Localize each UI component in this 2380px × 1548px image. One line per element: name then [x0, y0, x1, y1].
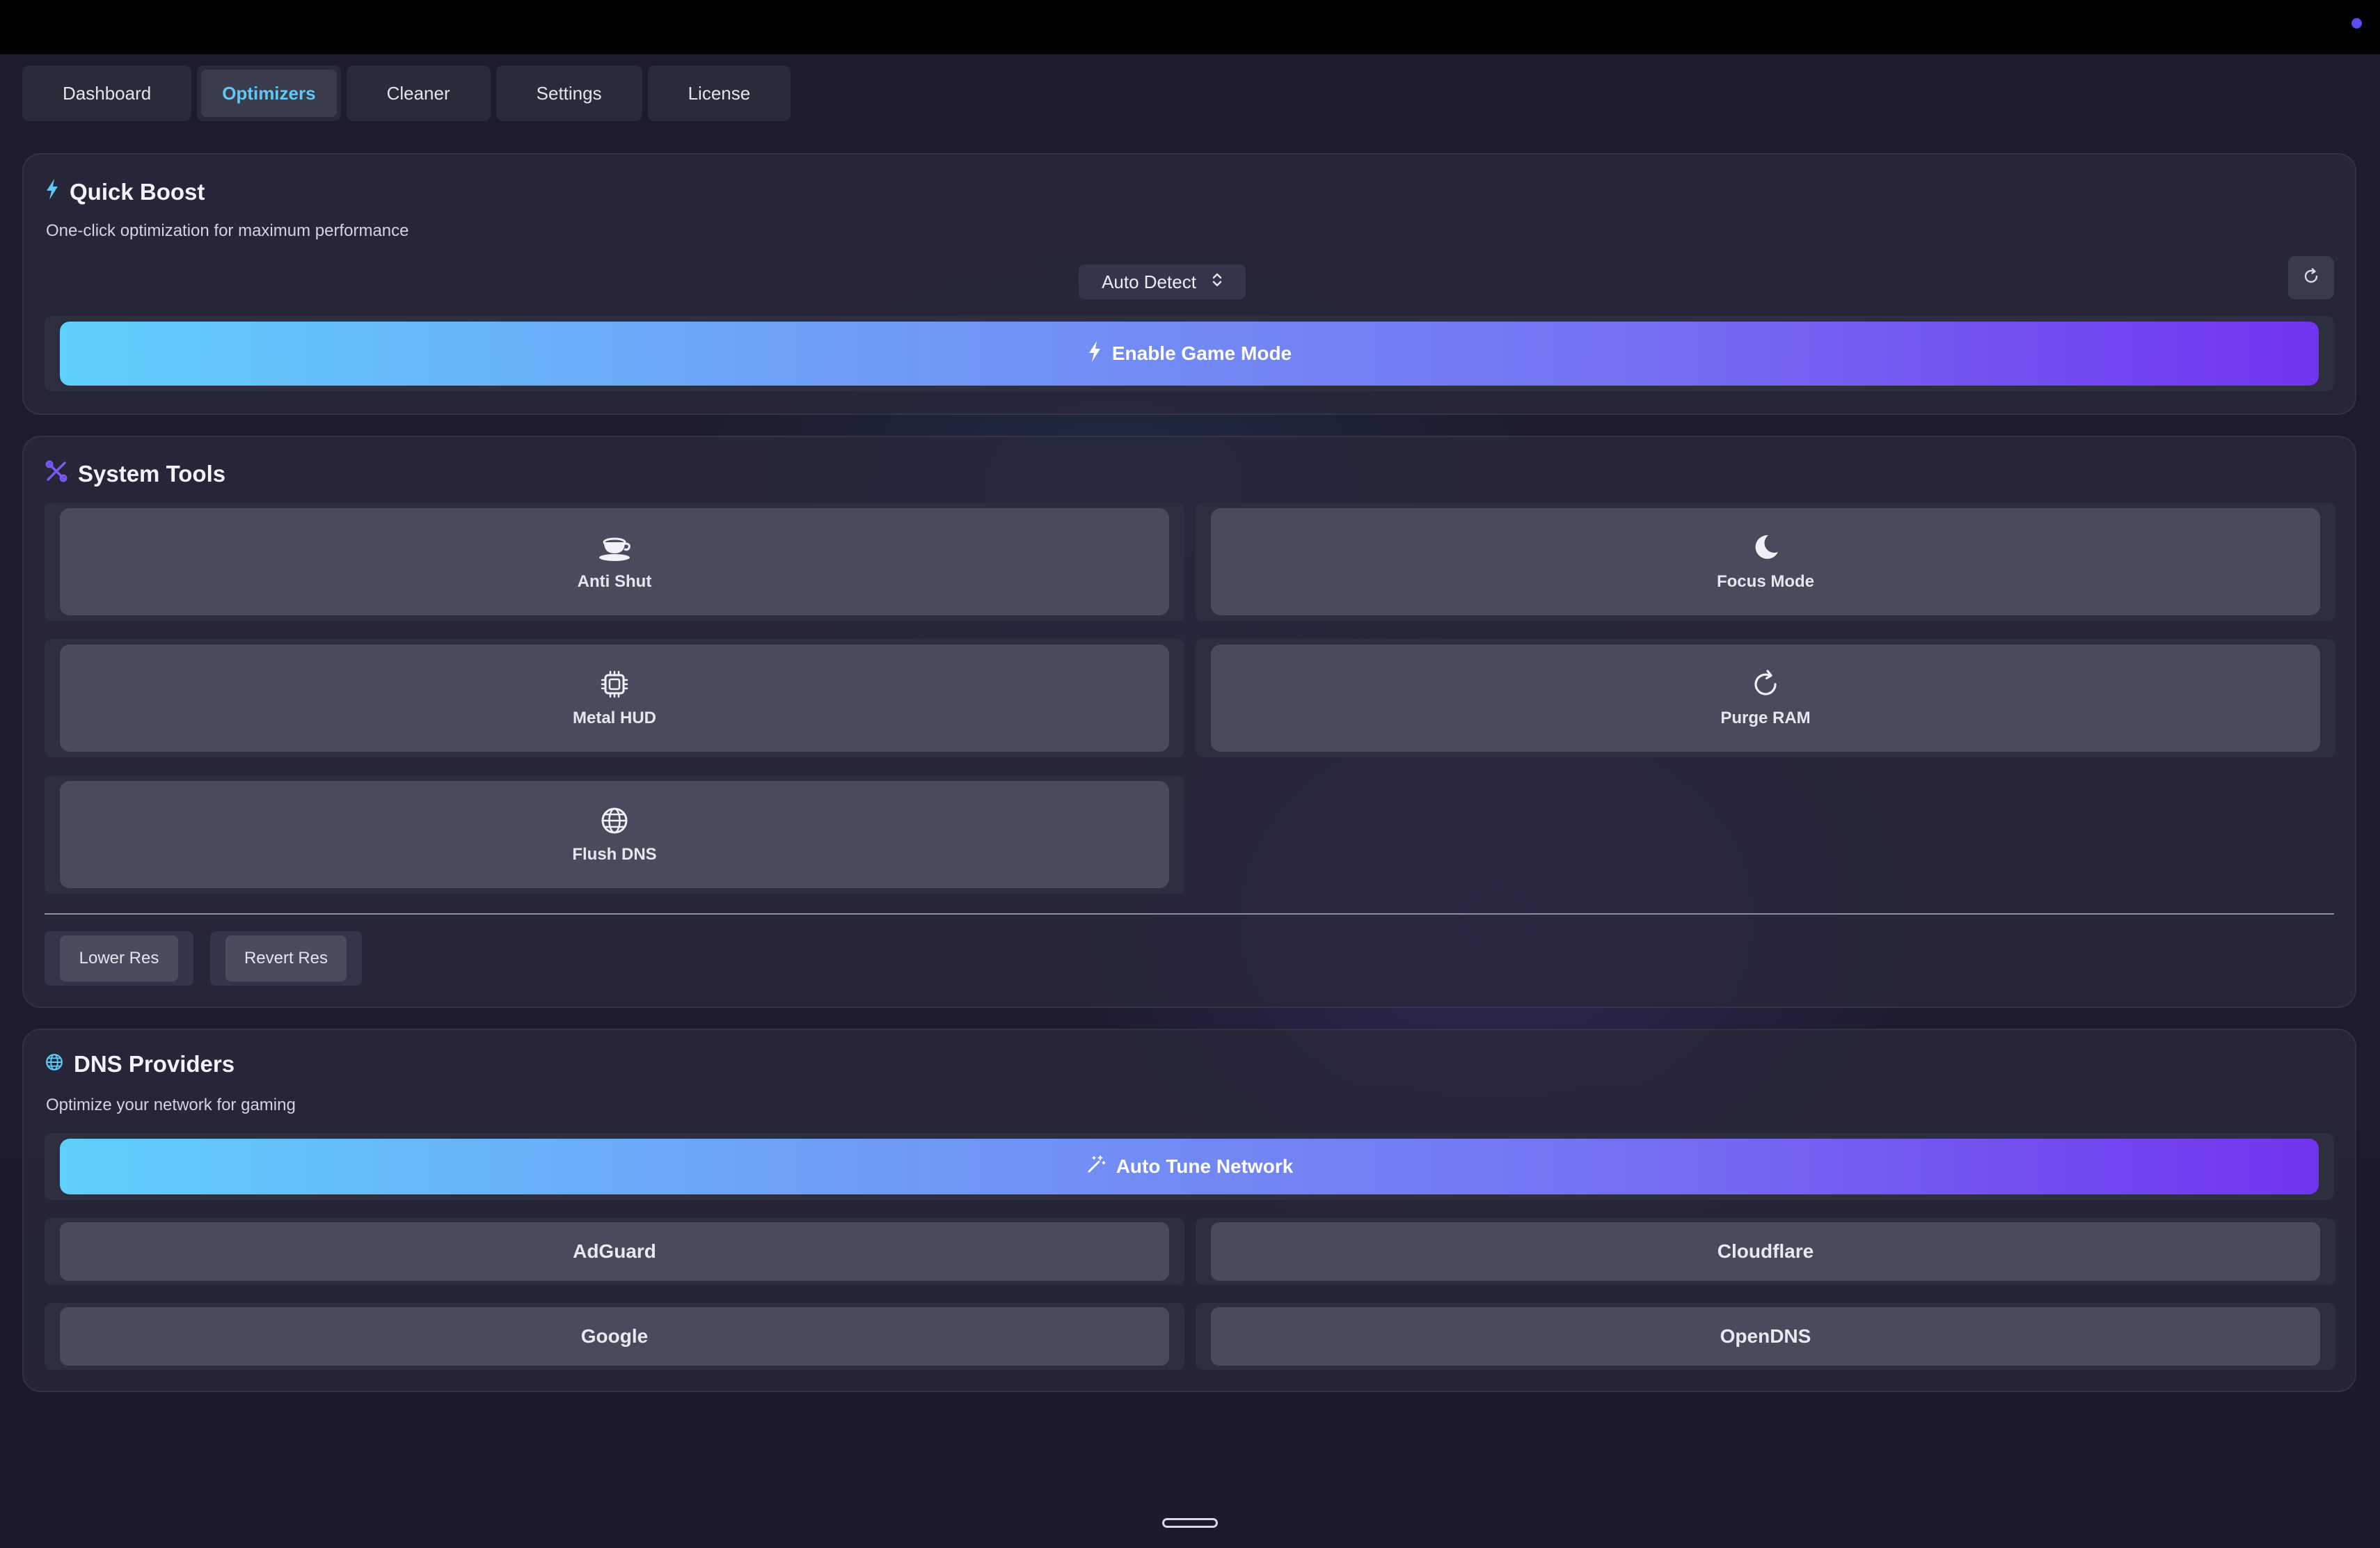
dns-cloudflare-button[interactable]: Cloudflare: [1211, 1222, 2320, 1281]
dns-subtitle: Optimize your network for gaming: [46, 1096, 296, 1114]
focus-mode-label: Focus Mode: [1716, 571, 1814, 591]
enable-game-mode-button[interactable]: Enable Game Mode: [60, 322, 2319, 386]
dns-title: DNS Providers: [74, 1051, 235, 1077]
tool-well-anti-shut: Anti Shut: [45, 503, 1184, 621]
lightning-icon: [1087, 340, 1102, 368]
dns-opendns-well: OpenDNS: [1196, 1303, 2335, 1370]
dns-adguard-well: AdGuard: [45, 1218, 1184, 1285]
anti-shut-label: Anti Shut: [577, 571, 652, 591]
dns-header: DNS Providers: [45, 1051, 235, 1077]
purge-ram-button[interactable]: Purge RAM: [1211, 645, 2320, 752]
mode-select[interactable]: Auto Detect: [1079, 264, 1246, 299]
dns-opendns-button[interactable]: OpenDNS: [1211, 1307, 2320, 1366]
lower-res-button[interactable]: Lower Res: [60, 935, 178, 981]
auto-tune-network-button[interactable]: Auto Tune Network: [60, 1139, 2319, 1194]
tab-cleaner[interactable]: Cleaner: [350, 70, 486, 117]
dns-google-button[interactable]: Google: [60, 1307, 1169, 1366]
dns-cloudflare-well: Cloudflare: [1196, 1218, 2335, 1285]
tool-well-focus-mode: Focus Mode: [1196, 503, 2335, 621]
tool-well-flush-dns: Flush DNS: [45, 775, 1184, 894]
revert-res-button[interactable]: Revert Res: [225, 935, 347, 981]
dns-google-well: Google: [45, 1303, 1184, 1370]
tab-settings[interactable]: Settings: [500, 70, 638, 117]
metal-hud-button[interactable]: Metal HUD: [60, 645, 1169, 752]
dns-providers-card: DNS Providers Optimize your network for …: [22, 1029, 2356, 1392]
tab-dashboard[interactable]: Dashboard: [26, 70, 188, 117]
auto-tune-network-label: Auto Tune Network: [1116, 1155, 1294, 1177]
tab-settings-wrap: Settings: [495, 65, 642, 121]
chevron-updown-icon: [1212, 271, 1223, 294]
globe-icon: [45, 1051, 64, 1077]
metal-hud-label: Metal HUD: [572, 708, 656, 727]
chip-icon: [599, 669, 630, 703]
focus-mode-button[interactable]: Focus Mode: [1211, 508, 2320, 615]
window-top-bar: [0, 0, 2380, 54]
refresh-icon: [1750, 669, 1781, 703]
refresh-button[interactable]: [2288, 256, 2334, 299]
flush-dns-label: Flush DNS: [572, 844, 657, 864]
tab-license[interactable]: License: [651, 70, 787, 117]
game-mode-well: Enable Game Mode: [45, 316, 2334, 391]
tab-optimizers-wrap: Optimizers: [197, 65, 341, 121]
moon-icon: [1750, 532, 1781, 567]
quick-boost-card: Quick Boost One-click optimization for m…: [22, 153, 2356, 415]
globe-icon: [599, 805, 630, 839]
flush-dns-button[interactable]: Flush DNS: [60, 781, 1169, 888]
mode-select-value: Auto Detect: [1102, 271, 1196, 292]
magic-wand-icon: [1086, 1154, 1106, 1180]
system-tools-card: System Tools Anti Shut Focus Mode Metal …: [22, 436, 2356, 1008]
status-dot: [2351, 18, 2362, 29]
auto-tune-well: Auto Tune Network: [45, 1133, 2334, 1200]
tool-well-metal-hud: Metal HUD: [45, 639, 1184, 757]
system-tools-title: System Tools: [78, 461, 226, 487]
quick-boost-subtitle: One-click optimization for maximum perfo…: [46, 221, 409, 240]
enable-game-mode-label: Enable Game Mode: [1111, 342, 1292, 364]
quick-boost-title: Quick Boost: [70, 179, 205, 205]
anti-shut-button[interactable]: Anti Shut: [60, 508, 1169, 615]
lower-res-well: Lower Res: [45, 931, 193, 986]
tab-bar: Dashboard Optimizers Cleaner Settings Li…: [22, 65, 791, 121]
tab-optimizers[interactable]: Optimizers: [201, 70, 337, 117]
tools-icon: [45, 459, 68, 489]
home-indicator[interactable]: [1162, 1518, 1218, 1528]
quick-boost-header: Quick Boost: [45, 178, 205, 206]
section-divider: [45, 913, 2334, 915]
cup-icon: [595, 532, 634, 567]
system-tools-header: System Tools: [45, 459, 225, 489]
tab-cleaner-wrap: Cleaner: [346, 65, 491, 121]
lightning-icon: [45, 178, 60, 206]
purge-ram-label: Purge RAM: [1720, 708, 1811, 727]
tab-dashboard-wrap: Dashboard: [22, 65, 192, 121]
tool-well-purge-ram: Purge RAM: [1196, 639, 2335, 757]
refresh-icon: [2302, 267, 2320, 289]
tab-license-wrap: License: [647, 65, 791, 121]
revert-res-well: Revert Res: [210, 931, 362, 986]
dns-adguard-button[interactable]: AdGuard: [60, 1222, 1169, 1281]
